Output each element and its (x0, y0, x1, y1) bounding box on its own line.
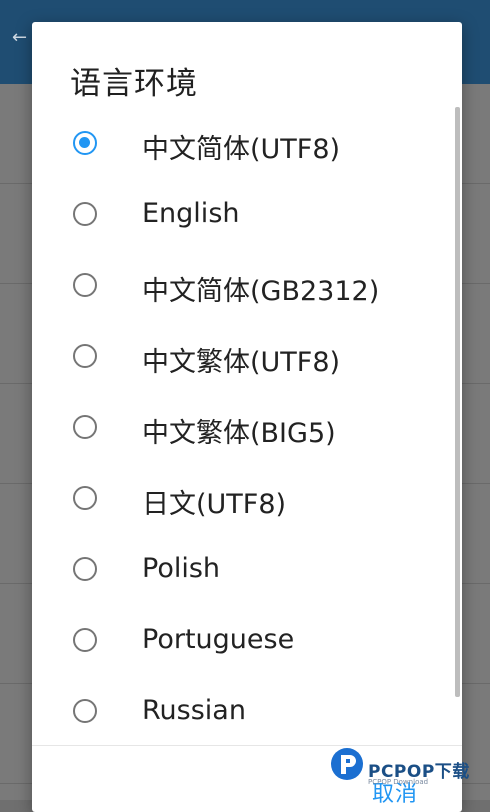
option-polish[interactable]: Polish (32, 541, 452, 601)
option-russian[interactable]: Russian (32, 683, 452, 743)
pcpop-logo-icon (331, 748, 363, 780)
option-portuguese[interactable]: Portuguese (32, 612, 452, 672)
back-arrow-icon: ← (12, 27, 28, 48)
scrollbar[interactable] (455, 107, 460, 697)
radio-button[interactable] (73, 699, 97, 723)
radio-button[interactable] (73, 202, 97, 226)
option-english[interactable]: English (32, 186, 452, 246)
option-zh-traditional-big5[interactable]: 中文繁体(BIG5) (32, 399, 452, 459)
radio-button[interactable] (73, 557, 97, 581)
radio-button[interactable] (73, 415, 97, 439)
option-label: 中文繁体(UTF8) (142, 347, 341, 378)
option-label: Polish (142, 553, 221, 584)
radio-button[interactable] (73, 273, 97, 297)
watermark-subtitle: PCPOP Download (368, 778, 429, 786)
option-japanese-utf8[interactable]: 日文(UTF8) (32, 470, 452, 530)
option-label: 中文简体(UTF8) (142, 134, 341, 165)
radio-button[interactable] (73, 486, 97, 510)
radio-button-checked[interactable] (73, 131, 97, 155)
option-zh-simplified-gb2312[interactable]: 中文简体(GB2312) (32, 257, 452, 317)
radio-button[interactable] (73, 628, 97, 652)
option-label: 日文(UTF8) (142, 489, 287, 520)
language-dialog: 语言环境 中文简体(UTF8) English 中文简体(GB2312) 中文繁… (32, 22, 462, 812)
option-label: 中文简体(GB2312) (142, 276, 380, 307)
dialog-title: 语言环境 (70, 66, 198, 102)
option-label: English (142, 198, 240, 229)
option-zh-simplified-utf8[interactable]: 中文简体(UTF8) (32, 115, 452, 175)
option-label: 中文繁体(BIG5) (142, 418, 336, 449)
option-label: Russian (142, 695, 246, 726)
watermark: PCPOP下载 PCPOP Download (330, 745, 490, 800)
option-zh-traditional-utf8[interactable]: 中文繁体(UTF8) (32, 328, 452, 388)
radio-button[interactable] (73, 344, 97, 368)
option-label: Portuguese (142, 624, 295, 655)
